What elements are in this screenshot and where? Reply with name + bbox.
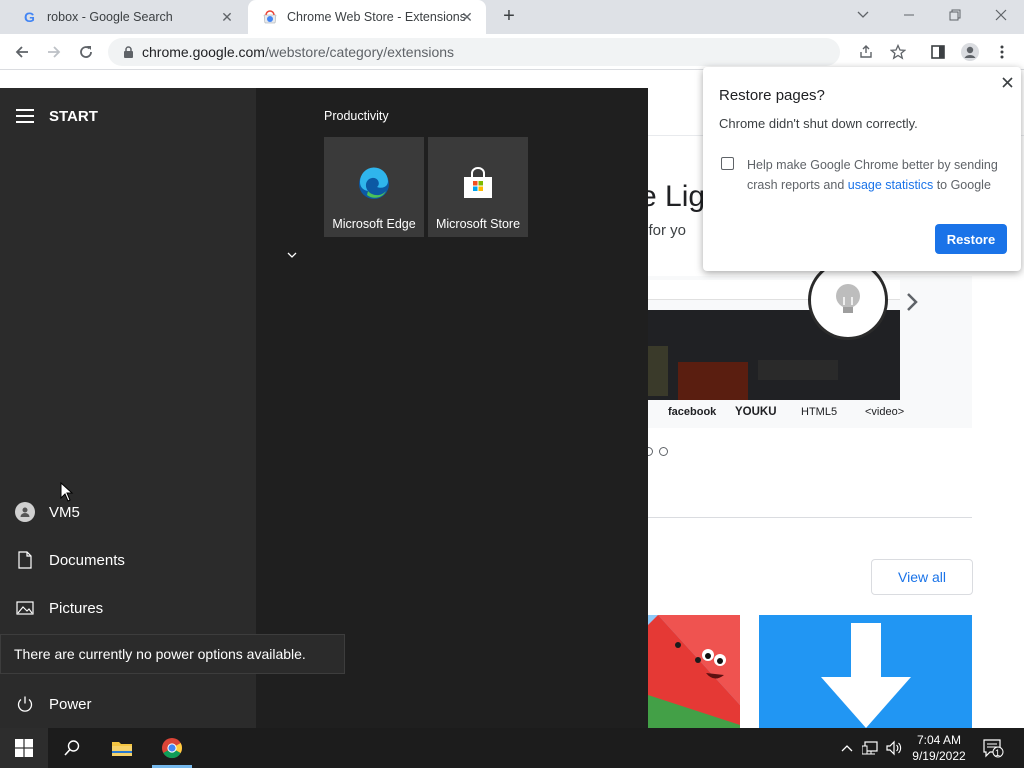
crash-report-checkbox[interactable] [721, 157, 734, 170]
extension-thumbnail-watermelon[interactable] [648, 615, 740, 728]
logo-html5: HTML5 [801, 406, 838, 418]
tab-google-search[interactable]: G robox - Google Search ✕ [8, 0, 246, 34]
documents-label: Documents [49, 551, 125, 569]
google-g-icon: G [22, 9, 38, 25]
share-icon[interactable] [854, 40, 878, 64]
close-tab-icon[interactable]: ✕ [218, 8, 236, 26]
edge-icon [359, 167, 389, 199]
tile-group-label: Productivity [324, 109, 389, 123]
reload-button[interactable] [74, 40, 98, 64]
tile-label: Microsoft Store [435, 217, 521, 231]
restore-button[interactable]: Restore [935, 224, 1007, 254]
svg-text:G: G [24, 9, 35, 25]
view-all-button[interactable]: View all [871, 559, 973, 595]
close-tab-icon[interactable]: ✕ [458, 8, 476, 26]
bookmark-star-icon[interactable] [886, 40, 910, 64]
power-icon [14, 693, 36, 715]
carousel-next-icon[interactable] [905, 292, 919, 318]
lock-icon [120, 44, 136, 60]
back-button[interactable] [10, 40, 34, 64]
action-center-button[interactable]: 1 [978, 728, 1008, 768]
search-button[interactable] [48, 728, 96, 768]
menu-kebab-icon[interactable] [990, 40, 1014, 64]
windows-logo-icon [15, 739, 33, 757]
crash-report-label: Help make Google Chrome better by sendin… [747, 158, 998, 192]
reload-icon [80, 46, 92, 58]
minimize-button[interactable] [886, 0, 932, 30]
start-menu-rail: START VM5 Documents Pictures Power [0, 88, 256, 728]
pictures-label: Pictures [49, 599, 104, 617]
notification-count-badge: 1 [995, 748, 1001, 758]
lightbulb-icon [808, 260, 888, 340]
documents-button[interactable]: Documents [0, 540, 256, 580]
mouse-cursor-icon [60, 482, 74, 502]
tile-microsoft-store[interactable]: Microsoft Store [428, 137, 528, 237]
tab-search-icon[interactable] [840, 0, 886, 30]
restore-window-button[interactable] [932, 0, 978, 30]
file-explorer-button[interactable] [98, 728, 146, 768]
logo-video: <video> [865, 406, 905, 418]
start-menu: START VM5 Documents Pictures Power Produ… [0, 88, 648, 728]
dialog-title: Restore pages? [719, 87, 825, 104]
chrome-webstore-icon [262, 9, 278, 25]
logo-youku: YOUKU [735, 406, 777, 418]
back-arrow-icon [15, 46, 28, 58]
taskbar: 7:04 AM 9/19/2022 1 [0, 728, 1024, 768]
usage-statistics-link[interactable]: usage statistics [848, 178, 933, 192]
tab-strip: G robox - Google Search ✕ Chrome Web Sto… [0, 0, 1024, 34]
system-clock[interactable]: 7:04 AM 9/19/2022 [905, 732, 973, 764]
picture-icon [14, 597, 36, 619]
extension-thumbnail-download[interactable] [759, 615, 972, 728]
power-label: Power [49, 695, 92, 713]
section-divider [648, 517, 972, 518]
restore-pages-dialog: Restore pages? Chrome didn't shut down c… [703, 67, 1021, 271]
close-dialog-icon[interactable] [998, 73, 1016, 91]
power-options-tooltip: There are currently no power options ava… [0, 634, 345, 674]
user-avatar-icon [14, 501, 36, 523]
pictures-button[interactable]: Pictures [0, 588, 256, 628]
user-account-button[interactable]: VM5 [0, 492, 256, 532]
chrome-icon [162, 738, 183, 759]
document-icon [14, 549, 36, 571]
store-icon [464, 167, 492, 198]
hamburger-menu-icon[interactable] [16, 109, 34, 123]
profile-avatar-icon[interactable] [958, 40, 982, 64]
dialog-message: Chrome didn't shut down correctly. [719, 116, 918, 131]
side-panel-icon[interactable] [926, 40, 950, 64]
tab-chrome-web-store[interactable]: Chrome Web Store - Extensions ✕ [248, 0, 486, 34]
folder-icon [112, 742, 132, 756]
carousel-dot[interactable] [659, 447, 668, 456]
network-icon[interactable] [860, 728, 882, 768]
new-tab-button[interactable]: + [498, 6, 520, 28]
start-title: START [49, 108, 98, 125]
tab-title: robox - Google Search [47, 10, 173, 24]
close-window-button[interactable] [978, 0, 1024, 30]
chrome-taskbar-button[interactable] [148, 728, 196, 768]
forward-arrow-icon [48, 46, 61, 58]
carousel-logos: facebook YOUKU HTML5 <video> [668, 406, 904, 418]
windows-start-button[interactable] [0, 728, 48, 768]
url-text: chrome.google.com/webstore/category/exte… [142, 44, 455, 60]
hero-title: e Lig [640, 180, 706, 213]
collapse-group-chevron-icon[interactable] [287, 248, 297, 262]
clock-date: 9/19/2022 [912, 749, 966, 763]
tile-label: Microsoft Edge [332, 217, 416, 231]
tab-title: Chrome Web Store - Extensions [287, 10, 465, 24]
address-bar[interactable]: chrome.google.com/webstore/category/exte… [108, 38, 840, 66]
tile-microsoft-edge[interactable]: Microsoft Edge [324, 137, 424, 237]
show-hidden-icons-chevron-icon[interactable] [838, 728, 856, 768]
logo-facebook: facebook [668, 406, 717, 418]
search-icon [64, 740, 80, 756]
user-name: VM5 [49, 503, 80, 521]
volume-icon[interactable] [884, 728, 904, 768]
browser-toolbar: chrome.google.com/webstore/category/exte… [0, 34, 1024, 70]
clock-time: 7:04 AM [916, 733, 962, 747]
notification-icon [983, 739, 1004, 758]
power-button[interactable]: Power [0, 684, 256, 724]
forward-button[interactable] [42, 40, 66, 64]
